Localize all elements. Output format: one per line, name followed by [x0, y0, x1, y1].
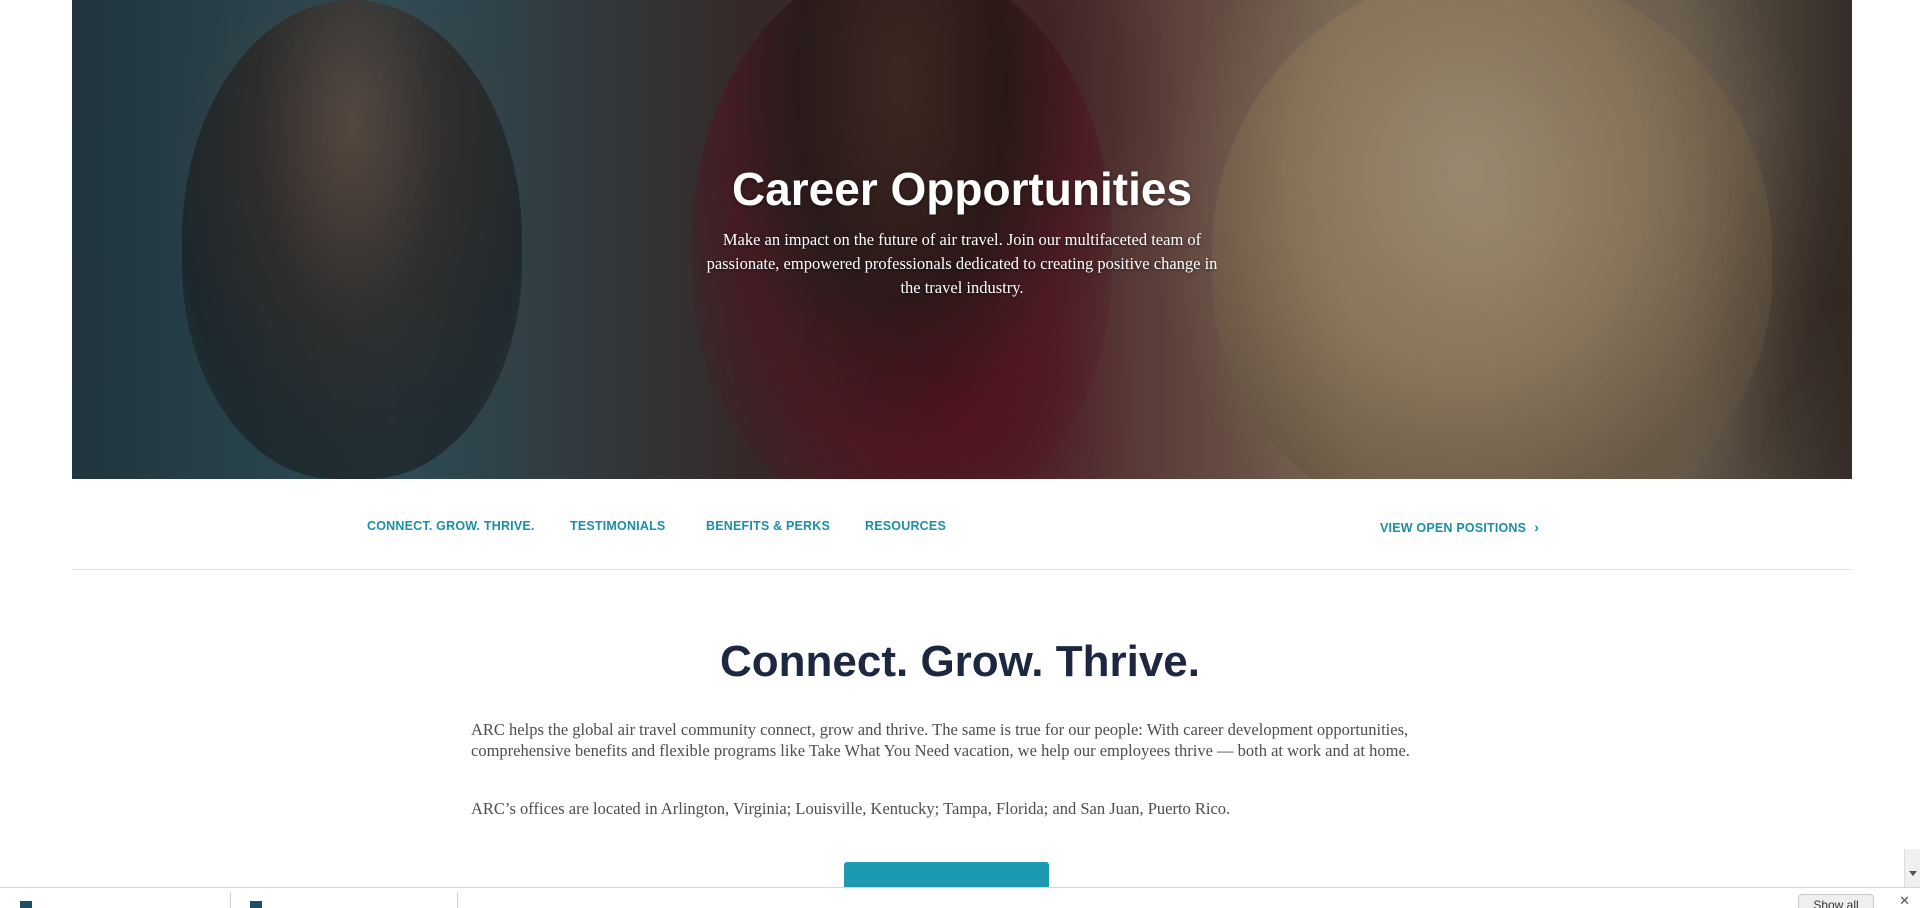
subnav-testimonials[interactable]: TESTIMONIALS	[570, 519, 665, 533]
chevron-right-icon: ›	[1534, 519, 1540, 535]
subnav-view-open-positions-label: VIEW OPEN POSITIONS	[1380, 521, 1527, 535]
hero-title: Career Opportunities	[731, 163, 1193, 215]
download-bar-divider	[457, 892, 458, 908]
hero-content: Career Opportunities Make an impact on t…	[72, 160, 1852, 300]
scroll-down-arrow-icon	[1909, 871, 1917, 876]
section-subnav: CONNECT. GROW. THRIVE. TESTIMONIALS BENE…	[72, 479, 1852, 570]
download-bar: Show all ✕	[0, 887, 1920, 908]
subnav-resources[interactable]: RESOURCES	[865, 519, 946, 533]
intro-paragraph: ARC helps the global air travel communit…	[471, 720, 1410, 760]
file-icon	[20, 901, 32, 908]
subnav-benefits-perks[interactable]: BENEFITS & PERKS	[706, 519, 830, 533]
scrollbar-down-button[interactable]	[1904, 849, 1920, 887]
subnav-view-open-positions[interactable]: VIEW OPEN POSITIONS ›	[1380, 519, 1539, 535]
download-bar-divider	[230, 892, 231, 908]
offices-paragraph: ARC’s offices are located in Arlington, …	[471, 799, 1231, 818]
file-icon	[250, 901, 262, 908]
close-icon[interactable]: ✕	[1899, 895, 1910, 908]
hero-subtitle: Make an impact on the future of air trav…	[706, 230, 1218, 297]
subnav-connect-grow-thrive[interactable]: CONNECT. GROW. THRIVE.	[367, 519, 535, 533]
hero-banner: Career Opportunities Make an impact on t…	[72, 0, 1852, 479]
show-all-button[interactable]: Show all	[1798, 894, 1874, 908]
section-title: Connect. Grow. Thrive.	[720, 637, 1200, 686]
